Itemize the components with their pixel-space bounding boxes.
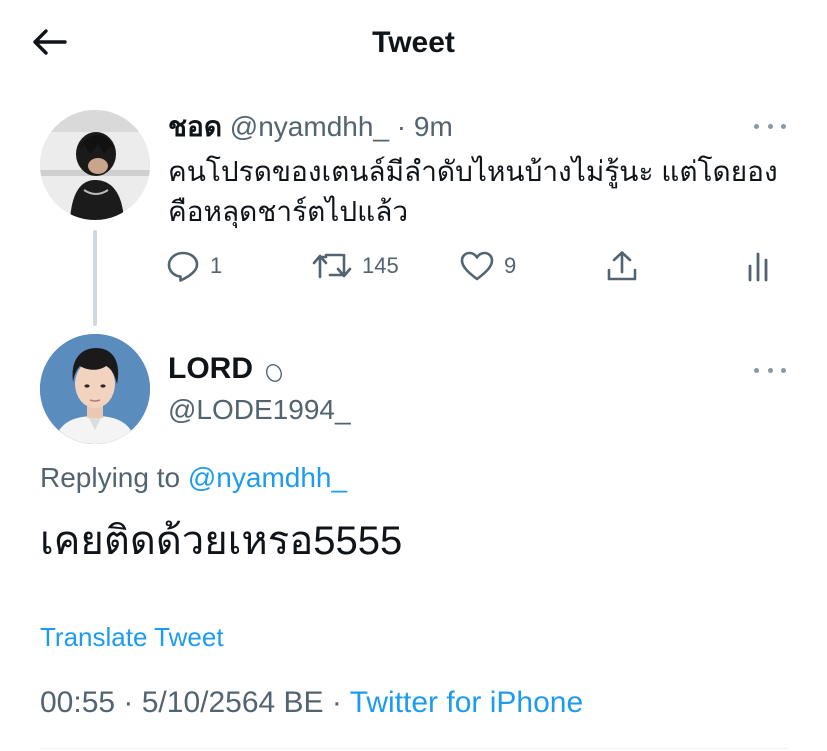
tweet-source-link[interactable]: Twitter for iPhone <box>350 686 583 719</box>
parent-avatar[interactable] <box>40 110 150 220</box>
parent-action-bar: 1 145 9 <box>162 244 782 288</box>
analytics-button[interactable] <box>746 244 770 288</box>
egg-icon <box>266 364 282 382</box>
main-author-name[interactable]: LORD <box>168 352 253 386</box>
more-dot <box>754 367 759 373</box>
reply-icon <box>167 251 199 282</box>
main-author-handle[interactable]: @LODE1994_ <box>168 392 351 428</box>
share-icon <box>607 251 637 281</box>
main-avatar[interactable] <box>40 334 150 444</box>
main-avatar-image <box>40 334 150 444</box>
retweet-button[interactable]: 145 <box>312 244 399 288</box>
divider <box>40 748 788 749</box>
translate-tweet-link[interactable]: Translate Tweet <box>40 620 224 654</box>
meta-separator: · <box>331 686 342 719</box>
replying-handle-link[interactable]: @nyamdhh_ <box>188 462 347 493</box>
analytics-icon <box>748 252 768 282</box>
main-tweet-text: เคยติดด้วยเหรอ5555 <box>40 519 403 563</box>
more-dot <box>781 123 786 129</box>
more-dot <box>781 367 786 373</box>
heart-icon <box>460 251 494 281</box>
reply-count: 1 <box>210 253 223 278</box>
more-dot <box>767 367 773 373</box>
replying-prefix: Replying to <box>40 462 181 493</box>
tweet-metadata: 00:55 · 5/10/2564 BE · Twitter for iPhon… <box>40 683 583 723</box>
replying-to-line: Replying to @nyamdhh_ <box>40 460 347 496</box>
parent-tweet-text: คนโปรดของเตนล์มีลำดับไหนบ้างไม่รู้นะ แต่… <box>168 156 778 227</box>
top-bar: Tweet <box>0 0 827 86</box>
retweet-icon <box>312 253 352 279</box>
main-more-button[interactable] <box>750 360 790 380</box>
like-count: 9 <box>504 253 517 278</box>
page-title: Tweet <box>372 26 455 59</box>
parent-author-handle[interactable]: @nyamdhh_ <box>230 111 389 142</box>
parent-more-button[interactable] <box>750 116 790 136</box>
more-dot <box>754 123 759 129</box>
parent-author-name[interactable]: ชอด <box>168 111 222 142</box>
main-author-row: LORD <box>168 350 285 388</box>
parent-tweet-time[interactable]: 9m <box>414 111 453 142</box>
parent-avatar-image <box>40 110 150 220</box>
tweet-timestamp[interactable]: 00:55 · 5/10/2564 BE <box>40 686 324 719</box>
share-button[interactable] <box>606 244 638 288</box>
thread-connector <box>93 230 97 326</box>
parent-tweet-header: ชอด @nyamdhh_ · 9m <box>168 110 453 144</box>
reply-button[interactable]: 1 <box>166 244 222 288</box>
more-dot <box>767 123 773 129</box>
header-separator: · <box>396 111 407 142</box>
like-button[interactable]: 9 <box>460 244 516 288</box>
retweet-count: 145 <box>362 253 399 278</box>
